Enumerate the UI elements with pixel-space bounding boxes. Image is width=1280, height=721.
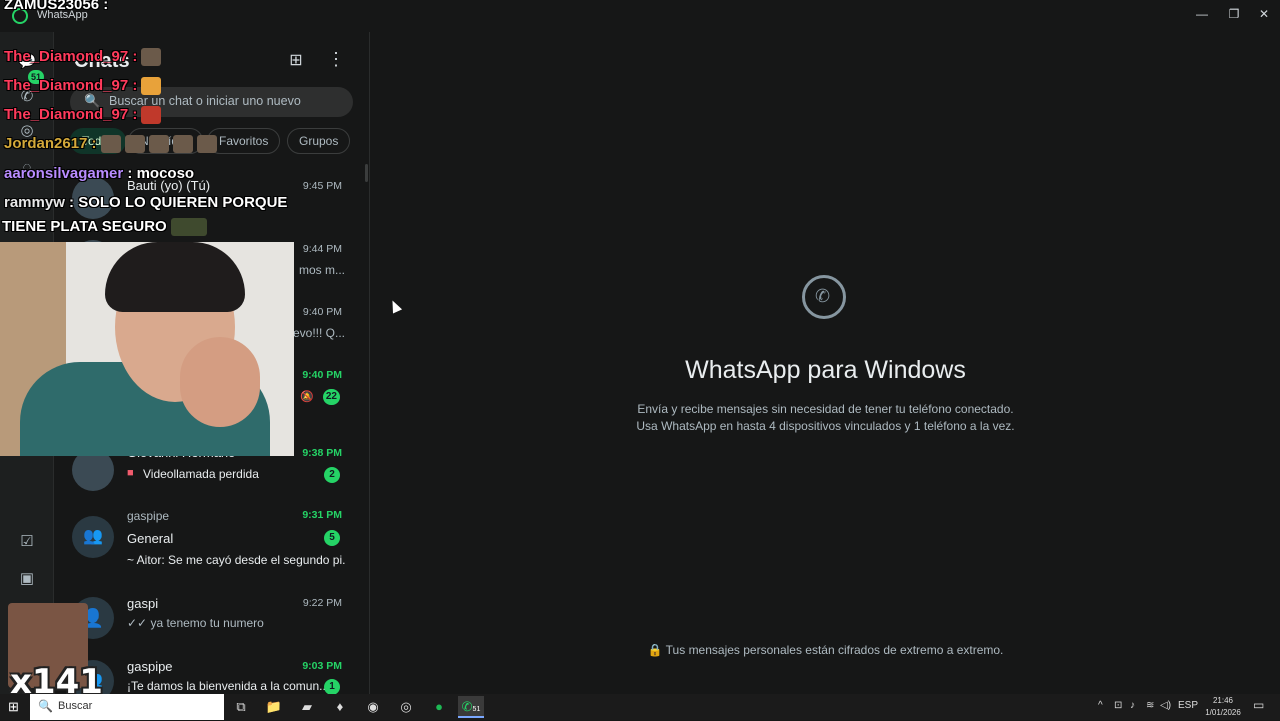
chat-preview: ~ Aitor: Se me cayó desde el segundo pi.… [127, 553, 345, 567]
filter-groups[interactable]: Grupos [287, 128, 351, 154]
chat-name: Bauti (yo) (Tú) [127, 178, 211, 193]
search-icon: 🔍 [84, 93, 101, 108]
status-icon[interactable]: ◎ [17, 121, 37, 141]
filter-favorites[interactable]: Favoritos [207, 128, 281, 154]
calls-icon[interactable]: ✆ [17, 87, 37, 107]
maximize-button[interactable]: ❐ [1218, 4, 1250, 24]
welcome-line-1: Envía y recibe mensajes sin necesidad de… [637, 402, 1014, 416]
chat-time: 9:44 PM [302, 243, 342, 255]
sidebar-title: Chats [74, 50, 130, 72]
window-title: WhatsApp [37, 9, 88, 21]
tray-chevron-icon[interactable]: ^ [1098, 700, 1103, 711]
chat-time: 9:22 PM [302, 597, 342, 609]
starred-icon[interactable]: ☑ [17, 532, 37, 552]
lock-icon: 🔒 [647, 643, 663, 657]
welcome-title: WhatsApp para Windows [685, 356, 966, 384]
app-icon[interactable]: ♦ [327, 696, 353, 718]
search-icon: 🔍 [38, 699, 53, 713]
volume-icon[interactable]: ◁) [1160, 700, 1171, 711]
chat-item[interactable]: Bauti (yo) (Tú) 9:45 PM [54, 167, 354, 229]
chat-name: gaspi [127, 596, 159, 611]
spotify-icon[interactable]: ● [426, 696, 452, 718]
chat-name: gaspipe [127, 659, 173, 674]
wifi-icon[interactable]: ≋ [1146, 700, 1154, 711]
community-name: gaspipe [127, 509, 170, 523]
language-indicator[interactable]: ESP [1178, 700, 1198, 711]
chat-time: 9:31 PM [302, 509, 342, 521]
microphone-icon[interactable]: ♪ [1130, 700, 1135, 711]
chats-icon[interactable]: 💬 [17, 52, 37, 72]
encryption-notice: 🔒 Tus mensajes personales están cifrados… [371, 643, 1280, 657]
chrome-icon[interactable]: ◉ [360, 696, 386, 718]
file-explorer-icon[interactable]: 📁 [261, 696, 287, 718]
clock-date: 1/01/2026 [1205, 708, 1241, 717]
chat-preview: ✓✓ ya tenemo tu numero [127, 616, 264, 630]
unread-count-badge: 1 [324, 679, 340, 694]
chat-time: 9:40 PM [302, 306, 342, 318]
close-button[interactable]: ✕ [1248, 4, 1280, 24]
app-icon[interactable]: ▰ [294, 696, 320, 718]
chat-time: 9:45 PM [302, 180, 342, 192]
tray-network-icon[interactable]: ⊡ [1114, 700, 1122, 711]
new-chat-icon[interactable]: ⊞ [286, 50, 306, 69]
chat-preview: ¡Te damos la bienvenida a la comun... [127, 679, 330, 693]
community-avatar: 👥 [72, 516, 114, 558]
taskbar-clock[interactable]: 21:46 1/01/2026 [1198, 695, 1248, 719]
title-bar: WhatsApp — ❐ ✕ [0, 0, 1280, 32]
windows-start-icon[interactable]: ⊞ [8, 700, 22, 714]
whatsapp-logo-icon [12, 8, 28, 24]
unread-count-badge: 5 [324, 530, 340, 546]
taskbar-search[interactable]: 🔍 Buscar [30, 694, 224, 720]
media-icon[interactable]: ▣ [17, 569, 37, 589]
encryption-text: Tus mensajes personales están cifrados d… [665, 643, 1004, 657]
clock-time: 21:46 [1212, 696, 1234, 705]
channels-icon[interactable]: ◌ [17, 158, 37, 178]
welcome-panel: ✆ WhatsApp para Windows Envía y recibe m… [371, 32, 1280, 694]
missed-videocall-icon: ■ [127, 467, 134, 479]
menu-icon[interactable]: ⋮ [326, 49, 346, 69]
webcam-overlay [0, 242, 294, 456]
chat-item[interactable]: 👥 gaspipe General ~ Aitor: Se me cayó de… [54, 502, 354, 574]
whatsapp-phone-icon: ✆ [802, 275, 846, 319]
unread-count-badge: 22 [322, 389, 340, 405]
muted-icon: 🔕 [300, 391, 314, 403]
obs-icon[interactable]: ◎ [393, 696, 419, 718]
chat-item[interactable]: 👤 gaspi ✓✓ ya tenemo tu numero 9:22 PM [54, 587, 354, 649]
task-view-icon[interactable]: ⧉ [228, 696, 254, 718]
avatar [72, 177, 114, 219]
chat-time: 9:03 PM [302, 660, 342, 672]
taskbar-search-label: Buscar [58, 700, 93, 712]
chat-name: General [127, 531, 174, 546]
minimize-button[interactable]: — [1186, 4, 1218, 24]
whatsapp-taskbar-icon[interactable]: ✆51 [458, 696, 484, 718]
filter-all[interactable]: Todos [70, 128, 127, 154]
windows-taskbar: ⊞ 🔍 Buscar ⧉ 📁 ▰ ♦ ◉ ◎ ● ✆51 ^ ⊡ ♪ ≋ ◁) … [0, 694, 1280, 720]
unread-badge: 51 [28, 70, 44, 84]
unread-count-badge: 2 [324, 467, 340, 483]
notifications-icon[interactable]: ▭ [1253, 698, 1264, 712]
welcome-line-2: Usa WhatsApp en hasta 4 dispositivos vin… [636, 419, 1015, 433]
chat-time: 9:40 PM [302, 369, 342, 381]
search-input[interactable]: 🔍 Buscar un chat o iniciar uno nuevo [70, 87, 353, 117]
search-placeholder: Buscar un chat o iniciar uno nuevo [109, 94, 301, 108]
filter-unread[interactable]: No leídos [128, 128, 203, 154]
chat-time: 9:38 PM [302, 447, 342, 459]
